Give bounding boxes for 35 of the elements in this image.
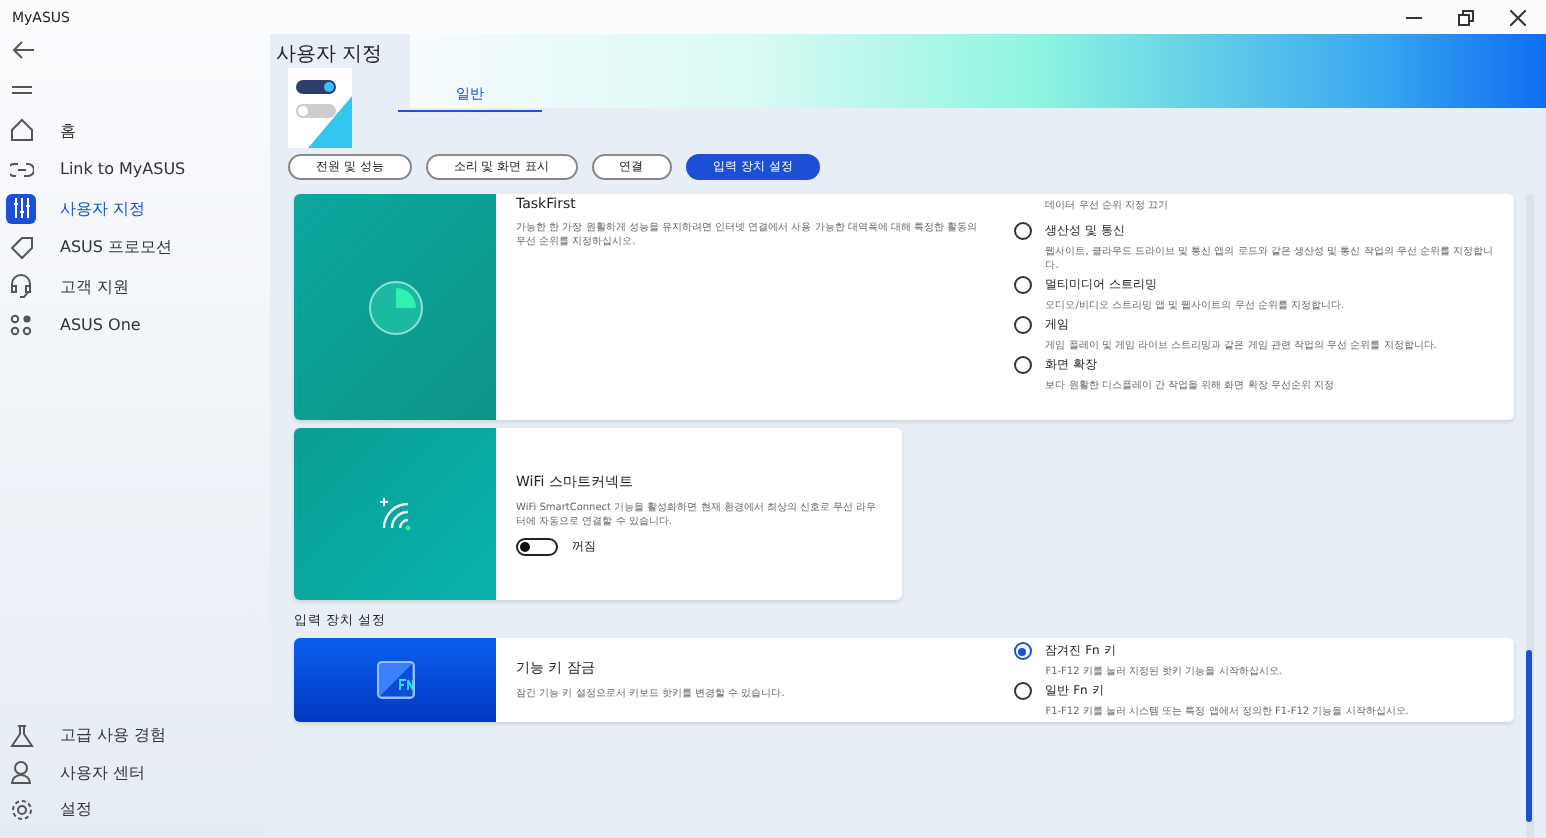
sidebar-item[interactable]: 홈: [0, 114, 270, 147]
back-icon[interactable]: [12, 40, 36, 60]
page-title: 사용자 지정: [276, 42, 385, 68]
sidebar-item[interactable]: ASUS 프로모션: [0, 231, 270, 264]
sidebar-item[interactable]: 고객 지원: [0, 270, 270, 303]
radio-button[interactable]: [1013, 642, 1032, 660]
radio-button[interactable]: [1013, 682, 1032, 700]
restore-icon[interactable]: [1458, 9, 1474, 25]
pie-chart-icon: [365, 277, 425, 337]
apps-icon: [10, 314, 32, 337]
flask-icon: [9, 723, 33, 748]
radio-button[interactable]: [1013, 356, 1032, 374]
settings-icon: [9, 797, 33, 822]
wifi-icon: [377, 496, 413, 532]
sliders-icon: [11, 198, 31, 219]
close-icon[interactable]: [1510, 9, 1526, 25]
radio-button[interactable]: [1013, 276, 1032, 294]
tag-icon: [9, 235, 33, 260]
radio-button[interactable]: [1013, 222, 1032, 240]
sidebar-item[interactable]: Link to MyASUS: [0, 153, 270, 186]
radio-button[interactable]: [1013, 316, 1032, 334]
home-icon: [9, 118, 33, 143]
sidebar-item[interactable]: 사용자 지정: [0, 192, 270, 225]
headset-icon: [10, 274, 32, 299]
keyboard-key-icon: [375, 660, 415, 700]
sidebar-item[interactable]: ASUS One: [0, 309, 270, 342]
link-icon: [9, 161, 33, 178]
user-icon: [10, 760, 32, 785]
menu-icon[interactable]: [12, 82, 32, 98]
sidebar-item[interactable]: 사용자 센터: [0, 756, 270, 789]
toggle-switch[interactable]: [516, 538, 558, 557]
scrollbar-thumb[interactable]: [1526, 650, 1532, 822]
sidebar-item[interactable]: 고급 사용 경험: [0, 719, 270, 752]
toggle-illustration-icon: [288, 68, 352, 148]
sidebar-item[interactable]: 설정: [0, 793, 270, 826]
